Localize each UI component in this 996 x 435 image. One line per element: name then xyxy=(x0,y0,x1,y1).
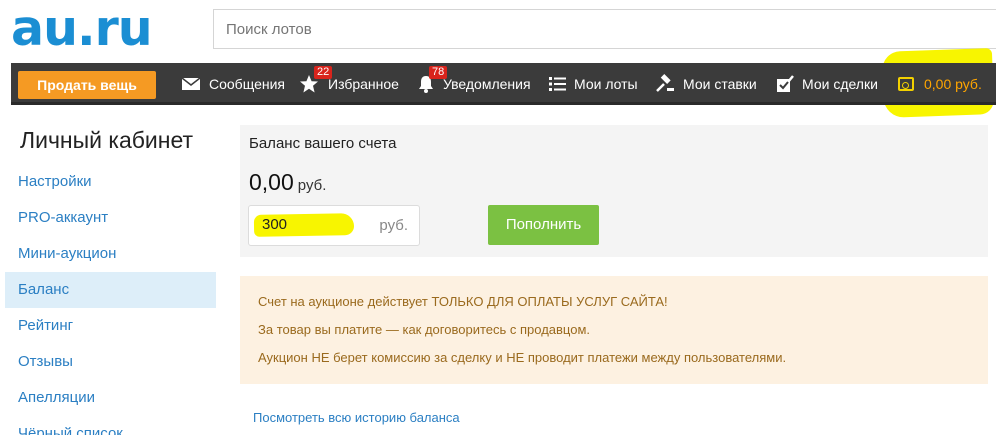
sidebar-item-settings[interactable]: Настройки xyxy=(5,164,216,200)
top-navbar: Продать вещь Сообщения 22 Избранное 78 У xyxy=(11,63,996,105)
nav-notifications-label: Уведомления xyxy=(443,76,531,92)
site-logo[interactable]: au.ru xyxy=(11,4,153,54)
nav-balance-amount: 0,00 руб. xyxy=(924,76,982,92)
checkbox-icon xyxy=(777,75,794,92)
sidebar-item-appeals[interactable]: Апелляции xyxy=(5,380,216,416)
nav-messages-label: Сообщения xyxy=(209,76,285,92)
balance-history-link[interactable]: Посмотреть всю историю баланса xyxy=(253,410,460,425)
topup-amount-unit: руб. xyxy=(379,217,408,234)
notice-line: Счет на аукционе действует ТОЛЬКО ДЛЯ ОП… xyxy=(258,294,668,309)
topup-button[interactable]: Пополнить xyxy=(488,205,599,245)
sidebar-item-rating[interactable]: Рейтинг xyxy=(5,308,216,344)
balance-amount: 0,00 руб. xyxy=(249,169,326,196)
balance-amount-currency: руб. xyxy=(297,177,327,194)
sidebar-item-mini-auction[interactable]: Мини-аукцион xyxy=(5,236,216,272)
search-input[interactable] xyxy=(213,9,996,49)
list-icon xyxy=(549,77,566,91)
sidebar-item-blacklist[interactable]: Чёрный список xyxy=(5,416,216,435)
nav-favorites-label: Избранное xyxy=(328,76,399,92)
info-notice: Счет на аукционе действует ТОЛЬКО ДЛЯ ОП… xyxy=(240,276,988,384)
page: au.ru Продать вещь Сообщения 22 Избранно… xyxy=(0,0,996,435)
balance-amount-value: 0,00 xyxy=(249,169,294,195)
sidebar-title: Личный кабинет xyxy=(20,127,194,153)
notice-line: За товар вы платите — как договоритесь с… xyxy=(258,322,591,337)
notice-line: Аукцион НЕ берет комиссию за сделку и НЕ… xyxy=(258,350,787,365)
topup-amount-value[interactable]: 300 xyxy=(262,216,287,233)
wallet-icon xyxy=(898,77,914,91)
sidebar-item-pro-account[interactable]: PRO-аккаунт xyxy=(5,200,216,236)
sidebar-item-reviews[interactable]: Отзывы xyxy=(5,344,216,380)
nav-my-bids-label: Мои ставки xyxy=(683,76,757,92)
sidebar-item-balance[interactable]: Баланс xyxy=(5,272,216,308)
sell-item-button[interactable]: Продать вещь xyxy=(18,71,156,99)
nav-my-lots-label: Мои лоты xyxy=(574,76,638,92)
balance-panel: Баланс вашего счета 0,00 руб. руб. Пополн… xyxy=(240,125,988,257)
nav-my-deals-label: Мои сделки xyxy=(802,76,878,92)
envelope-icon xyxy=(181,77,201,90)
nav-balance[interactable]: 0,00 руб. xyxy=(888,63,996,105)
balance-panel-title: Баланс вашего счета xyxy=(249,135,397,152)
gavel-icon xyxy=(656,74,674,92)
sidebar-menu: Настройки PRO-аккаунт Мини-аукцион Балан… xyxy=(5,164,216,435)
